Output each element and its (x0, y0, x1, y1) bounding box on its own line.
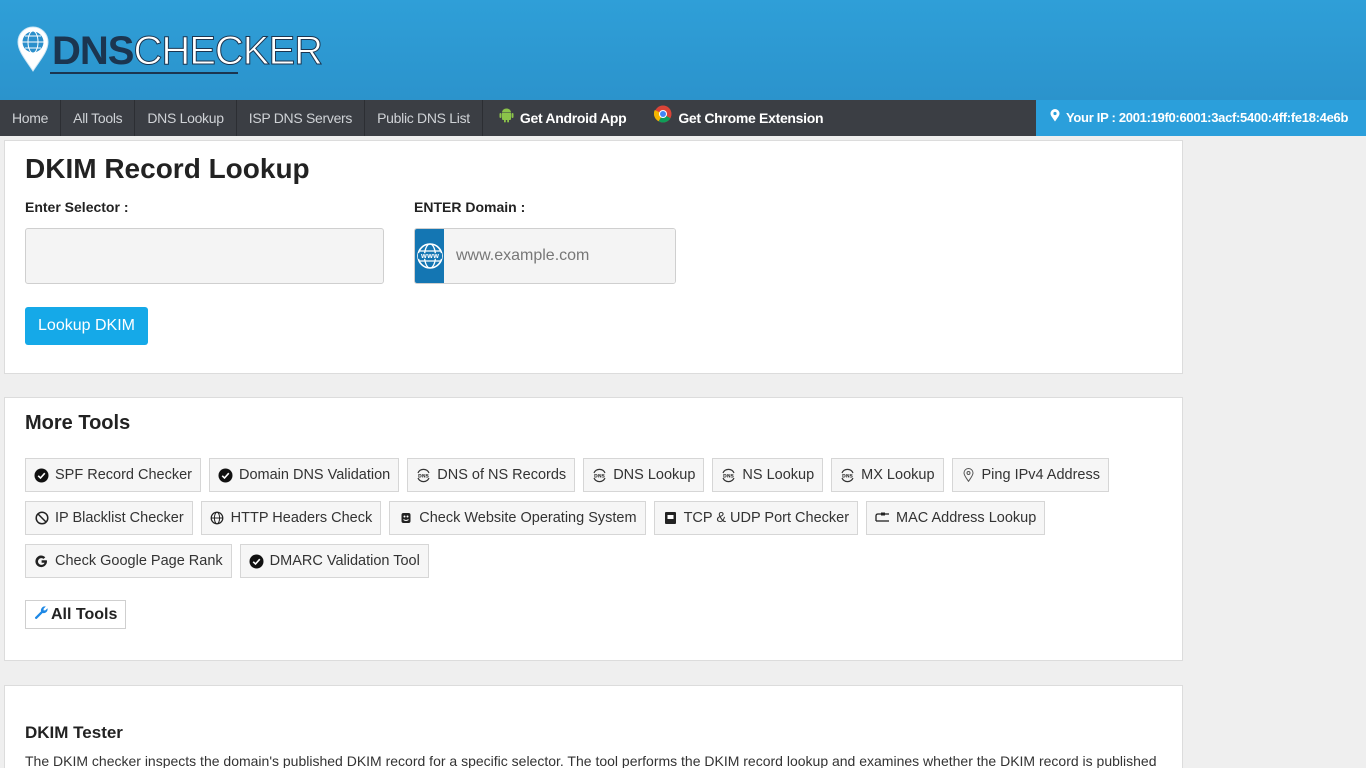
tool-link-label: DNS Lookup (613, 467, 696, 483)
tool-link-label: Ping IPv4 Address (981, 467, 1101, 483)
location-pin-icon (961, 468, 976, 483)
tool-link[interactable]: DNS DNS of NS Records (407, 458, 576, 492)
svg-text:DNS: DNS (418, 473, 429, 479)
wrench-icon (34, 605, 49, 625)
tool-link-label: DMARC Validation Tool (269, 553, 420, 569)
your-ip-display: Your IP : 2001:19f0:6001:3acf:5400:4ff:f… (1036, 100, 1366, 136)
check-circle-icon (249, 554, 264, 569)
tool-link[interactable]: SPF Record Checker (25, 458, 201, 492)
nav-home[interactable]: Home (0, 100, 62, 136)
tool-link[interactable]: Ping IPv4 Address (951, 458, 1110, 492)
check-circle-icon (218, 468, 233, 483)
dns-icon: DNS (416, 468, 431, 483)
more-tools-card: More Tools SPF Record Checker Domain DNS … (4, 397, 1183, 661)
domain-input[interactable] (444, 229, 675, 283)
os-icon (398, 511, 413, 526)
tool-link-label: SPF Record Checker (55, 467, 192, 483)
nav-get-android-app[interactable]: Get Android App (483, 100, 638, 136)
tool-link[interactable]: DNS DNS Lookup (583, 458, 705, 492)
tool-link[interactable]: DMARC Validation Tool (239, 544, 429, 578)
dns-icon: DNS (721, 468, 736, 483)
tool-link[interactable]: Check Website Operating System (389, 501, 646, 535)
tool-link[interactable]: Domain DNS Validation (209, 458, 400, 492)
tool-link-label: MX Lookup (861, 467, 935, 483)
ban-icon (34, 511, 49, 526)
all-tools-label: All Tools (51, 605, 118, 623)
tool-link-label: IP Blacklist Checker (55, 510, 184, 526)
tool-link-label: Check Website Operating System (419, 510, 637, 526)
google-icon (34, 554, 49, 569)
site-header: DNSCHECKER (0, 0, 1366, 100)
tool-link-label: DNS of NS Records (437, 467, 567, 483)
nav-all-tools[interactable]: All Tools (61, 100, 136, 136)
tool-link-label: TCP & UDP Port Checker (683, 510, 850, 526)
tools-list: SPF Record Checker Domain DNS Validation D… (25, 458, 1145, 578)
svg-text:DNS: DNS (842, 473, 853, 479)
article-heading: DKIM Tester (25, 723, 123, 742)
dns-icon: DNS (592, 468, 607, 483)
logo-dns-text: DNS (52, 29, 134, 73)
port-icon (663, 511, 678, 526)
logo-wordmark: DNSCHECKER (52, 29, 324, 73)
lookup-dkim-button[interactable]: Lookup DKIM (25, 307, 148, 345)
android-app-label: Get Android App (519, 110, 627, 126)
selector-label: Enter Selector : (25, 199, 129, 215)
dkim-lookup-card: DKIM Record Lookup Enter Selector : ENTE… (4, 140, 1183, 374)
tool-link[interactable]: HTTP Headers Check (200, 501, 382, 535)
site-logo[interactable]: DNSCHECKER (16, 24, 324, 74)
svg-text:DNS: DNS (723, 473, 734, 479)
dkim-tester-article: DKIM Tester The DKIM checker inspects th… (4, 685, 1183, 768)
location-pin-icon (1050, 100, 1060, 136)
check-circle-icon (34, 468, 49, 483)
logo-checker-text: CHECKER (133, 29, 324, 73)
domain-label: ENTER Domain : (414, 199, 526, 215)
globe-icon (210, 511, 225, 526)
tool-link-label: HTTP Headers Check (230, 510, 373, 526)
tool-link[interactable]: TCP & UDP Port Checker (653, 501, 859, 535)
tool-link-label: Check Google Page Rank (55, 553, 223, 569)
tool-link[interactable]: IP Blacklist Checker (25, 501, 193, 535)
logo-underline (50, 72, 238, 74)
tool-link-label: MAC Address Lookup (896, 510, 1037, 526)
nav-public-dns-list[interactable]: Public DNS List (365, 100, 483, 136)
android-icon (499, 100, 514, 136)
tool-link-label: NS Lookup (742, 467, 815, 483)
www-globe-icon: WWW (415, 229, 444, 283)
tool-link[interactable]: DNS MX Lookup (831, 458, 944, 492)
your-ip-text: Your IP : 2001:19f0:6001:3acf:5400:4ff:f… (1066, 110, 1349, 125)
svg-text:WWW: WWW (420, 254, 438, 260)
page-title: DKIM Record Lookup (25, 153, 310, 184)
top-nav: Home All Tools DNS Lookup ISP DNS Server… (0, 100, 1366, 136)
nav-isp-dns-servers[interactable]: ISP DNS Servers (237, 100, 366, 136)
network-cable-icon (875, 511, 890, 526)
domain-input-group: WWW (414, 228, 676, 284)
tool-link-label: Domain DNS Validation (239, 467, 391, 483)
tool-link[interactable]: Check Google Page Rank (25, 544, 232, 578)
selector-input[interactable] (25, 228, 384, 284)
dns-icon: DNS (840, 468, 855, 483)
tool-link[interactable]: DNS NS Lookup (712, 458, 824, 492)
nav-get-chrome-extension[interactable]: Get Chrome Extension (638, 100, 835, 136)
article-text: The DKIM checker inspects the domain's p… (25, 753, 1157, 768)
all-tools-button[interactable]: All Tools (25, 600, 127, 629)
globe-pin-icon (16, 26, 50, 72)
tool-link[interactable]: MAC Address Lookup (866, 501, 1046, 535)
chrome-extension-label: Get Chrome Extension (678, 110, 824, 126)
svg-text:DNS: DNS (594, 473, 605, 479)
chrome-icon (654, 100, 672, 136)
nav-dns-lookup[interactable]: DNS Lookup (135, 100, 237, 136)
more-tools-title: More Tools (25, 412, 131, 434)
